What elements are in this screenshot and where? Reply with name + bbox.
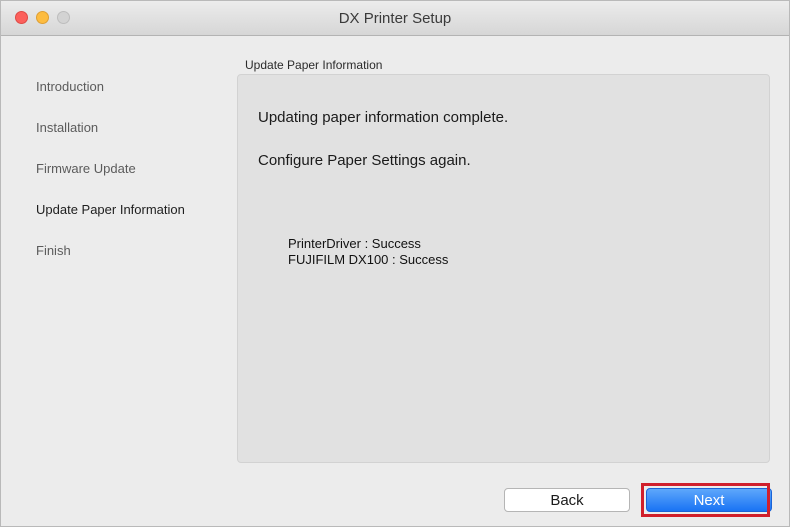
window-title: DX Printer Setup <box>338 10 452 27</box>
instruction-message: Configure Paper Settings again. <box>258 152 471 169</box>
section-title: Update Paper Information <box>245 58 383 72</box>
status-line-fujifilm-dx100: FUJIFILM DX100 : Success <box>288 252 449 267</box>
sidebar-item-firmware-update: Firmware Update <box>36 161 136 176</box>
sidebar-item-update-paper-information: Update Paper Information <box>36 202 185 217</box>
status-line-printer-driver: PrinterDriver : Success <box>288 236 421 251</box>
back-button[interactable]: Back <box>504 488 630 512</box>
next-button[interactable]: Next <box>646 488 772 512</box>
sidebar-item-installation: Installation <box>36 120 99 135</box>
content-panel: Updating paper information complete. Con… <box>237 74 770 463</box>
sidebar-item-finish: Finish <box>36 243 71 258</box>
sidebar-item-introduction: Introduction <box>36 79 104 94</box>
installer-window: DX Printer Setup Introduction Installati… <box>0 0 790 527</box>
steps-sidebar: Introduction Installation Firmware Updat… <box>36 71 226 276</box>
completion-message: Updating paper information complete. <box>258 109 509 126</box>
title-bar[interactable]: DX Printer Setup <box>1 1 789 36</box>
